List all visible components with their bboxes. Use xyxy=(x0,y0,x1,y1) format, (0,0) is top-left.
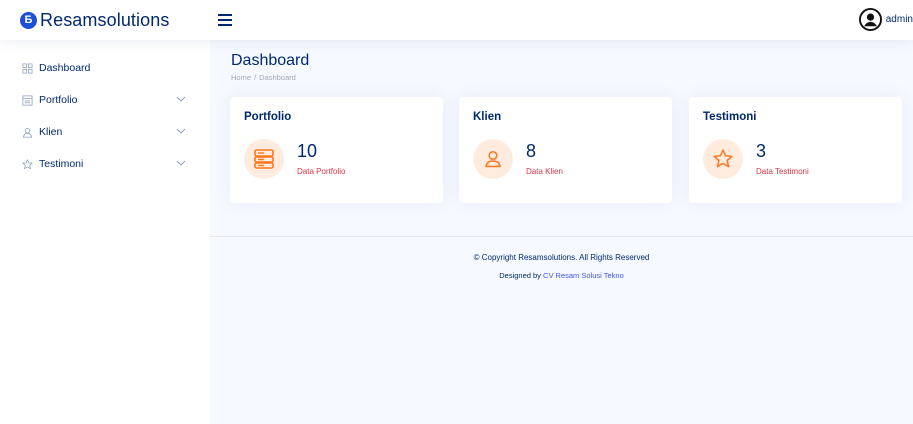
grid-icon xyxy=(22,63,33,74)
star-icon xyxy=(703,139,743,179)
profile-menu[interactable]: admin xyxy=(858,8,913,31)
sidebar-item-label: Klien xyxy=(39,126,63,138)
sidebar-item-testimoni[interactable]: Testimoni xyxy=(22,153,192,175)
breadcrumb: Home / Dashboard xyxy=(231,73,296,82)
page-title: Dashboard xyxy=(231,52,310,69)
user-avatar-icon xyxy=(858,8,882,31)
designer-link[interactable]: CV Resam Solusi Tekno xyxy=(543,271,624,280)
sidebar-item-dashboard[interactable]: Dashboard xyxy=(22,57,192,79)
klien-card: Klien 8 Data Klien xyxy=(459,97,672,203)
sidebar-item-portfolio[interactable]: Portfolio xyxy=(22,89,192,111)
chevron-down-icon xyxy=(176,160,186,166)
sidebar: Dashboard Portfolio Klien Testimoni xyxy=(0,40,210,424)
chevron-down-icon xyxy=(176,96,186,102)
menu-toggle-icon[interactable] xyxy=(218,11,232,29)
star-icon xyxy=(22,158,33,170)
breadcrumb-separator: / xyxy=(254,73,257,82)
layout-list-icon xyxy=(22,95,33,106)
card-subtitle: Data Klien xyxy=(526,167,563,176)
card-subtitle: Data Testimoni xyxy=(756,167,809,176)
chevron-down-icon xyxy=(176,128,186,134)
breadcrumb-home[interactable]: Home xyxy=(231,73,251,82)
sidebar-item-klien[interactable]: Klien xyxy=(22,121,192,143)
sidebar-item-label: Testimoni xyxy=(39,158,84,170)
card-value: 10 xyxy=(297,141,318,161)
person-icon xyxy=(22,127,33,138)
profile-name: admin xyxy=(885,14,913,25)
card-value: 8 xyxy=(526,141,537,161)
brand-logo[interactable]: Б Resamsolutions xyxy=(20,10,210,31)
brand-name: Resamsolutions xyxy=(40,9,170,30)
breadcrumb-current: Dashboard xyxy=(259,73,296,82)
card-subtitle: Data Portfolio xyxy=(297,167,346,176)
sidebar-item-label: Dashboard xyxy=(39,62,91,74)
person-icon xyxy=(473,139,513,179)
top-header: Б Resamsolutions admin xyxy=(0,0,913,40)
server-icon xyxy=(244,139,284,179)
footer-credit-prefix: Designed by xyxy=(499,271,541,280)
logo-icon: Б xyxy=(20,11,37,29)
footer-copyright: © Copyright Resamsolutions. All Rights R… xyxy=(473,253,650,262)
card-title: Klien xyxy=(473,111,502,123)
sidebar-item-label: Portfolio xyxy=(39,94,78,106)
portfolio-card: Portfolio 10 Data Portfolio xyxy=(230,97,443,203)
footer-credits: Designed by CV Resam Solusi Tekno xyxy=(210,271,913,280)
footer-divider xyxy=(210,236,913,237)
testimoni-card: Testimoni 3 Data Testimoni xyxy=(689,97,902,203)
card-value: 3 xyxy=(756,141,767,161)
card-title: Portfolio xyxy=(244,111,292,123)
card-title: Testimoni xyxy=(703,111,757,123)
